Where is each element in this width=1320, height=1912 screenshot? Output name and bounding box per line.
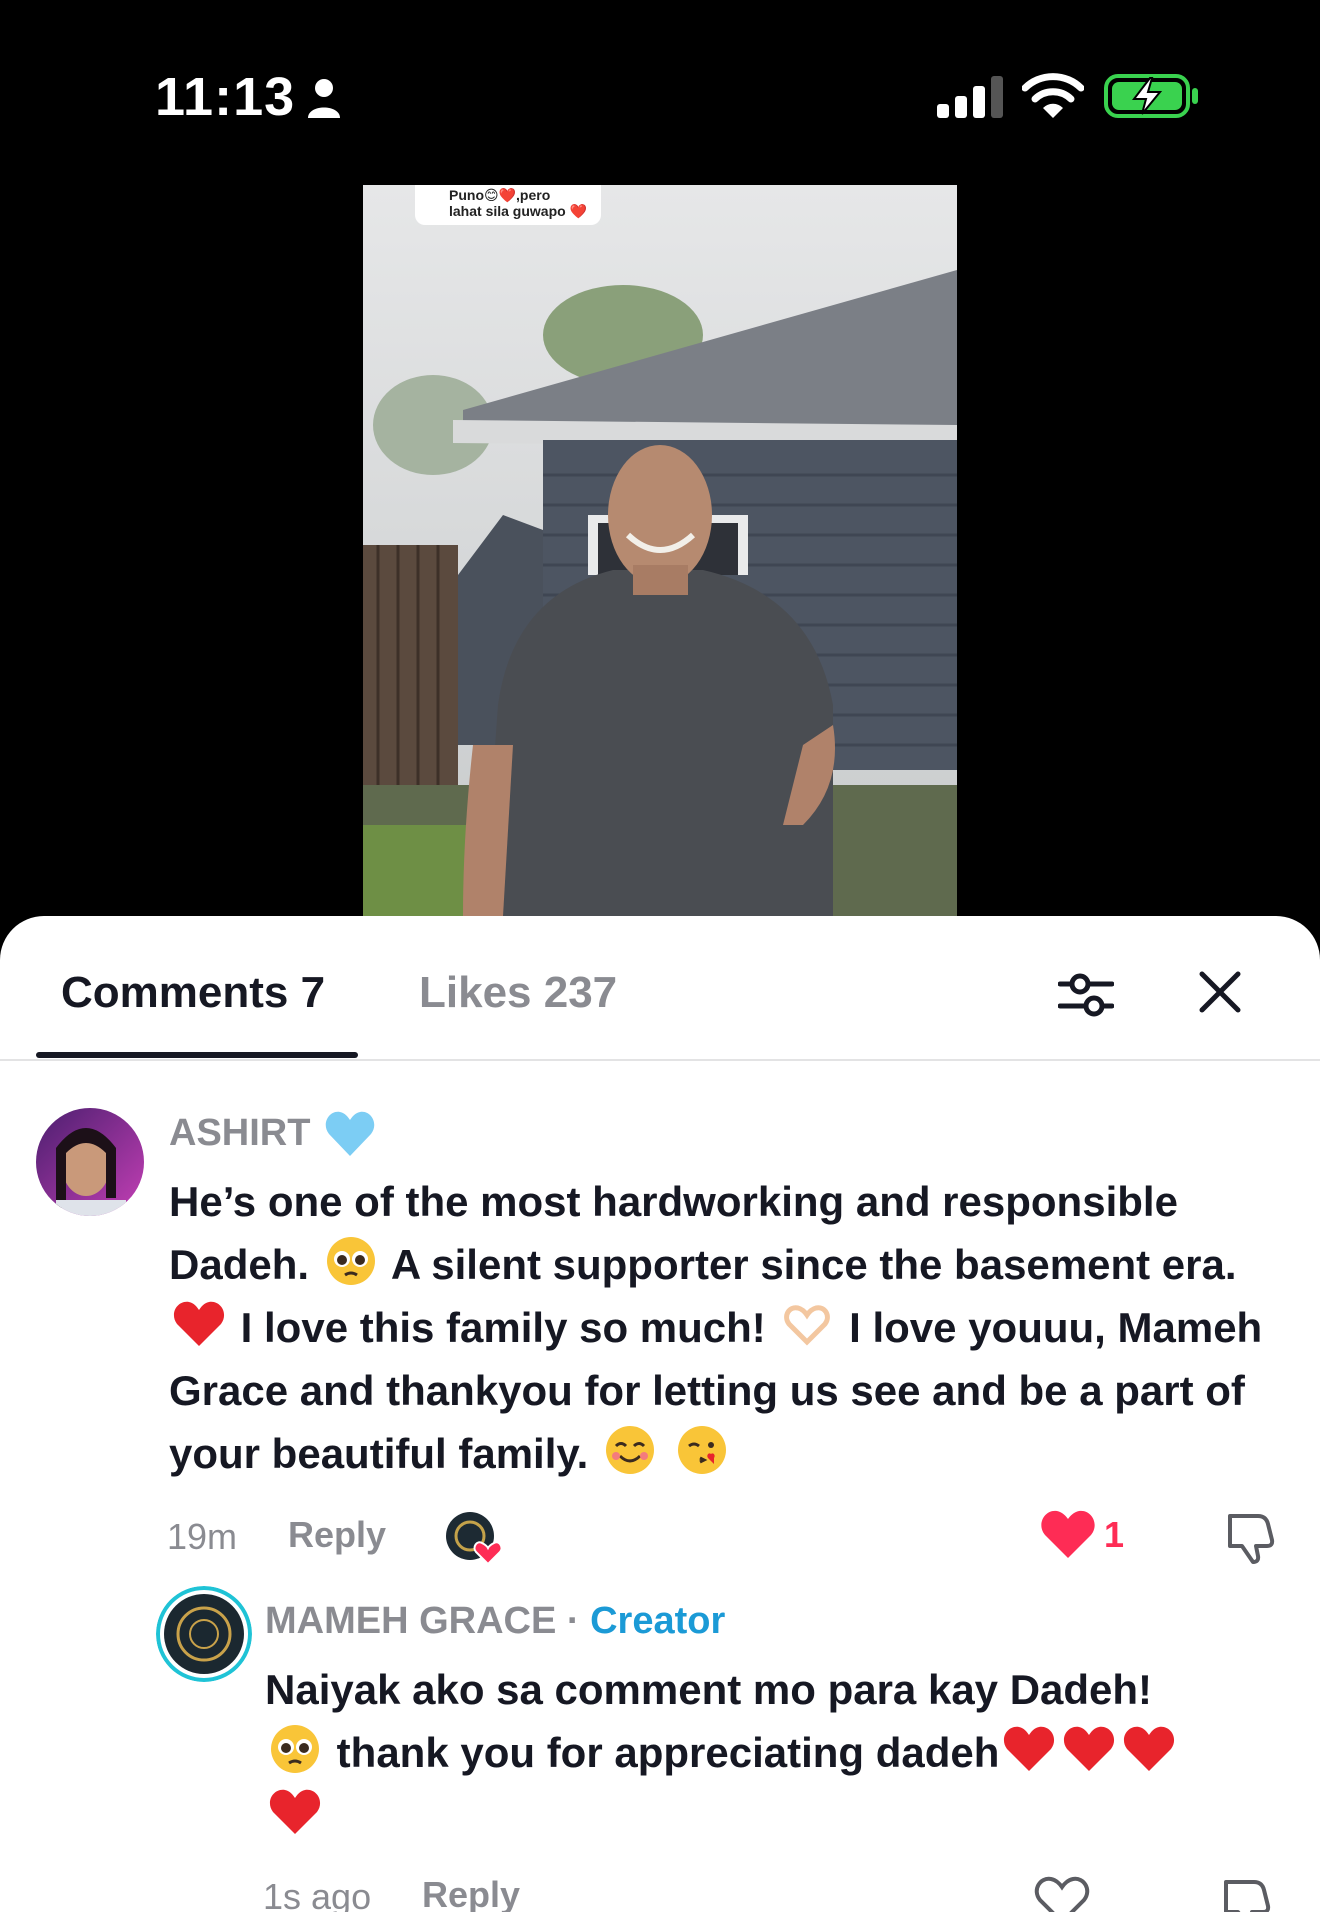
filter-sliders-icon[interactable] (1058, 966, 1114, 1022)
reply-time: 1s ago (263, 1876, 372, 1912)
heart-hands-emoji-icon (784, 1305, 831, 1346)
like-heart-outline-icon[interactable] (1034, 1874, 1090, 1912)
blue-heart-icon (325, 1111, 375, 1156)
like-heart-filled-icon[interactable] (1040, 1508, 1096, 1560)
comment-text-part: A silent supporter since the basement er… (390, 1241, 1237, 1288)
reply-button[interactable]: Reply (422, 1874, 520, 1912)
wifi-icon (1022, 73, 1084, 118)
video-area[interactable]: Puno😊❤️,pero lahat sila guwapo ❤️ (0, 180, 1320, 920)
creator-liked-badge-icon (446, 1512, 503, 1566)
tab-likes[interactable]: Likes 237 (419, 968, 617, 1018)
creator-badge: Creator (590, 1600, 726, 1642)
pleading-face-emoji-icon (326, 1237, 375, 1285)
red-heart-emoji-icon (1004, 1726, 1055, 1771)
red-heart-emoji-icon (1064, 1726, 1115, 1771)
red-heart-emoji-icon (1124, 1726, 1175, 1771)
creator-avatar[interactable] (156, 1586, 252, 1682)
battery-charging-icon (1104, 74, 1198, 118)
like-count: 1 (1104, 1514, 1125, 1555)
status-bar: 11:13 (0, 0, 1320, 180)
comment-text: He’s one of the most hardworking and res… (169, 1170, 1294, 1485)
close-icon[interactable] (1196, 968, 1244, 1016)
pleading-face-emoji-icon (271, 1725, 319, 1773)
video-player[interactable]: Puno😊❤️,pero lahat sila guwapo ❤️ (363, 185, 957, 916)
caption-line: lahat sila guwapo ❤️ (449, 203, 588, 219)
face-blowing-kiss-emoji-icon (677, 1426, 726, 1474)
dislike-icon[interactable] (1218, 1874, 1274, 1912)
tab-comments[interactable]: Comments 7 (61, 968, 325, 1018)
reply-text-part: thank you for appreciating dadeh (336, 1729, 1000, 1776)
reply-username[interactable]: MAMEH GRACE (265, 1600, 556, 1642)
video-caption-sticker: Puno😊❤️,pero lahat sila guwapo ❤️ (415, 185, 601, 225)
reply-text: Naiyak ako sa comment mo para kay Dadeh!… (265, 1658, 1305, 1847)
divider (0, 1059, 1320, 1061)
comment-username[interactable]: ASHIRT (169, 1112, 310, 1155)
red-heart-emoji-icon (269, 1789, 321, 1834)
video-thumbnail (363, 185, 957, 916)
active-tab-indicator (36, 1052, 358, 1058)
comment-text-part: I love this family so much! (240, 1304, 766, 1351)
caption-line: Puno😊❤️,pero (449, 187, 551, 203)
reply-button[interactable]: Reply (288, 1514, 386, 1556)
red-heart-emoji-icon (173, 1301, 225, 1346)
cellular-signal-icon (937, 76, 1003, 118)
separator-dot: · (566, 1600, 580, 1642)
smiling-face-with-hearts-emoji-icon (605, 1426, 654, 1474)
status-time: 11:13 (155, 67, 296, 127)
person-icon (308, 79, 340, 118)
comment-time: 19m (167, 1516, 238, 1557)
reply-username-row: MAMEH GRACE · Creator (265, 1600, 725, 1643)
dislike-icon[interactable] (1222, 1508, 1278, 1564)
reply-text-part: Naiyak ako sa comment mo para kay Dadeh! (265, 1666, 1153, 1713)
avatar[interactable] (36, 1108, 144, 1216)
